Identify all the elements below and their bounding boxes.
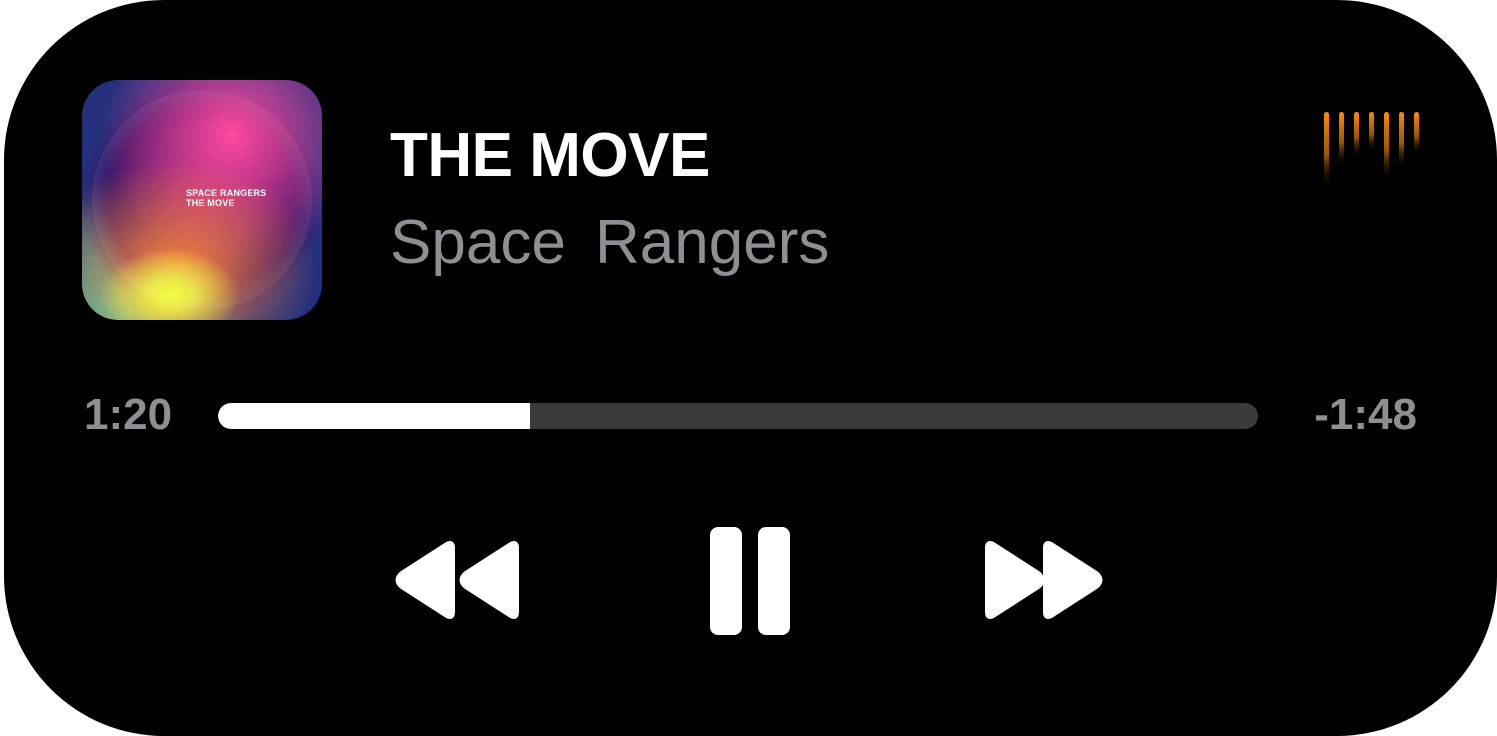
artwork-title-text: THE MOVE xyxy=(186,198,235,208)
artwork-text: SPACE RANGERS THE MOVE xyxy=(186,188,266,208)
rewind-button[interactable] xyxy=(394,540,524,620)
progress-scrubber[interactable] xyxy=(218,403,1258,429)
track-artist: Space Rangers xyxy=(390,208,830,277)
waveform-icon xyxy=(1324,112,1419,190)
pause-button[interactable] xyxy=(708,525,792,637)
elapsed-time: 1:20 xyxy=(84,390,173,439)
fast-forward-button[interactable] xyxy=(980,540,1110,620)
rewind-icon xyxy=(395,541,519,619)
remaining-time: -1:48 xyxy=(1314,390,1417,439)
album-artwork[interactable]: SPACE RANGERS THE MOVE xyxy=(82,80,322,320)
track-title: THE MOVE xyxy=(390,121,710,190)
progress-fill xyxy=(218,403,530,429)
fast-forward-icon xyxy=(985,541,1103,619)
artwork-artist-text: SPACE RANGERS xyxy=(186,188,267,198)
now-playing-widget: SPACE RANGERS THE MOVE THE MOVE Space Ra… xyxy=(4,0,1497,736)
pause-icon xyxy=(710,527,790,635)
